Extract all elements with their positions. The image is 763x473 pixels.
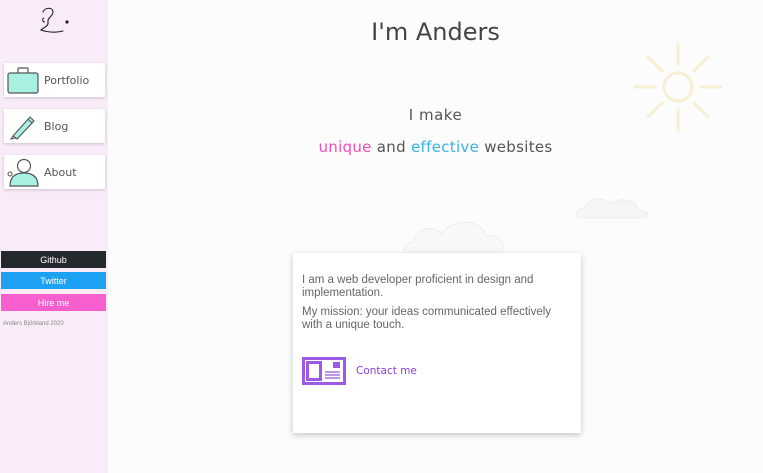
pencil-icon [4,109,42,143]
sidebar: Portfolio Blog About Github Twitter Hire… [0,0,108,473]
logo-icon[interactable] [37,6,71,38]
intro-paragraph: I am a web developer proficient in desig… [302,274,534,299]
cloud-icon [403,221,504,255]
briefcase-icon [4,63,42,97]
person-icon [4,155,42,189]
footer-copyright: Anders Björkland 2020 [3,321,64,327]
nav-item-blog[interactable]: Blog [4,109,105,143]
nav-item-portfolio[interactable]: Portfolio [4,63,105,97]
nav-item-about[interactable]: About [4,155,105,189]
intro-card: I am a web developer proficient in desig… [293,253,581,433]
tagline-line-1: I make [408,106,463,124]
github-button[interactable]: Github [1,251,106,268]
tagline-word-unique: unique [318,138,372,156]
contact-card-icon [302,357,346,385]
mission-paragraph: My mission: your ideas communicated effe… [302,306,552,331]
nav-label-blog: Blog [44,119,69,133]
contact-me-link[interactable]: Contact me [302,357,417,385]
tagline-line-2: unique and effective websites [108,138,763,156]
page-title: I'm Anders [371,18,500,46]
cloud-icon [576,198,649,219]
nav-label-about: About [44,165,77,179]
tagline-word-effective: effective [411,138,480,156]
contact-me-label: Contact me [356,365,417,377]
nav-label-portfolio: Portfolio [44,73,90,87]
hire-me-button[interactable]: Hire me [1,294,106,311]
tagline-word-and: and [376,138,406,156]
tagline-word-websites: websites [484,138,553,156]
twitter-button[interactable]: Twitter [1,272,106,289]
